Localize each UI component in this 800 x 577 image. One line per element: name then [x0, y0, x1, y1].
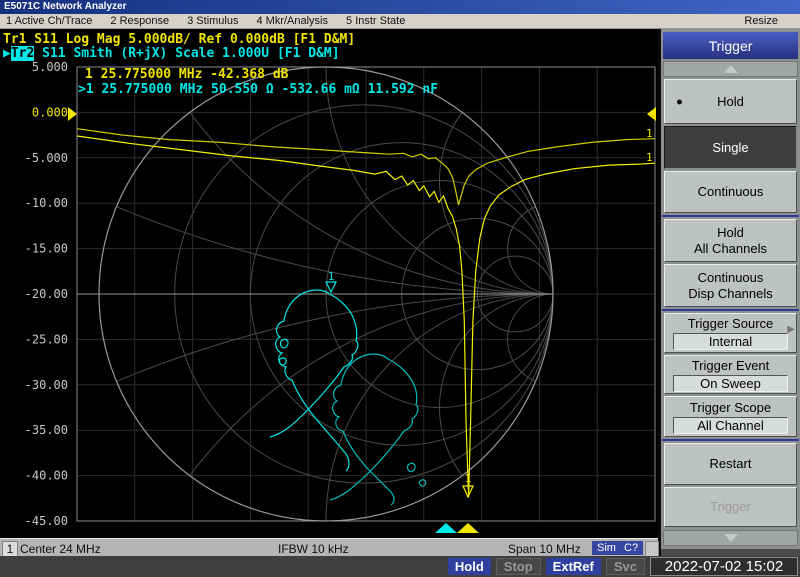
softkey-label: All Channels — [694, 241, 767, 257]
sidebar-filler — [661, 549, 800, 556]
trace-tr2-s11-smith-data — [279, 358, 286, 365]
softkey-hold[interactable]: HoldAll Channels — [664, 219, 797, 262]
graph-area[interactable]: 5.000 0.000 -5.000 -10.00 -15.00 -20.00 -25.00… — [0, 29, 658, 538]
reference-level-marker-left-icon[interactable] — [68, 107, 77, 121]
softkey-scroll-down[interactable] — [663, 530, 798, 546]
cal-status-badge[interactable]: C? — [619, 541, 643, 555]
softkey-label: Trigger Event — [692, 358, 770, 374]
marker1-smith-icon[interactable]: 1 — [326, 270, 336, 292]
softkey-label: Trigger Scope — [690, 400, 771, 416]
y-axis-label: -5.000 — [25, 151, 68, 165]
radio-selected-icon — [677, 99, 682, 104]
softkey-label: Single — [712, 140, 748, 156]
menu-bar: 1 Active Ch/Trace 2 Response 3 Stimulus 4 M… — [0, 14, 800, 29]
sim-badge[interactable]: Sim — [592, 541, 621, 555]
marker1-readout-tr1: 1 25.775000 MHz -42.368 dB — [85, 67, 289, 82]
trace-tr2-s11-smith-memory — [419, 480, 425, 486]
softkey-label: Restart — [710, 456, 752, 472]
menu-item-5[interactable]: 5 Instr State — [346, 15, 405, 27]
svg-text:1: 1 — [328, 270, 335, 283]
softkey-label: Trigger Source — [688, 316, 774, 332]
center-frequency-label[interactable]: Center 24 MHz — [20, 542, 101, 556]
y-axis-labels: 5.000 0.000 -5.000 -10.00 -15.00 -20.00 -25.00… — [25, 60, 68, 528]
marker-stimulus-indicator-tr1-icon[interactable] — [457, 523, 479, 533]
softkey-group-separator — [662, 309, 799, 311]
softkey-single[interactable]: Single — [664, 126, 797, 169]
softkey-trigger-source[interactable]: Trigger SourceInternal▶ — [664, 313, 797, 353]
instrument-taskbar: Hold Stop ExtRef Svc 2022-07-02 15:02 — [0, 556, 800, 577]
menu-item-1[interactable]: 1 Active Ch/Trace — [6, 15, 92, 27]
y-axis-label: -40.00 — [25, 469, 68, 483]
softkey-value: All Channel — [673, 417, 788, 434]
resize-control[interactable]: Resize — [744, 15, 778, 27]
smith-chart-grid — [0, 29, 658, 538]
taskbar-extref-indicator[interactable]: ExtRef — [546, 558, 601, 575]
title-bar: E5071C Network Analyzer — [0, 0, 800, 14]
chevron-right-icon: ▶ — [787, 322, 795, 338]
trace1-data-number-label: 1 — [646, 127, 653, 140]
menu-item-4[interactable]: 4 Mkr/Analysis — [256, 15, 328, 27]
reference-level-marker-right-icon — [647, 107, 656, 121]
taskbar-hold-indicator[interactable]: Hold — [448, 558, 491, 575]
channel-number-box: 1 — [2, 541, 18, 557]
softkey-continuous[interactable]: Continuous — [664, 171, 797, 213]
scroll-up-icon — [724, 65, 738, 73]
span-label[interactable]: Span 10 MHz — [508, 542, 581, 556]
y-axis-label: -30.00 — [25, 378, 68, 392]
softkey-hold[interactable]: Hold — [664, 79, 797, 124]
y-axis-label: 5.000 — [32, 60, 68, 74]
softkey-trigger-scope[interactable]: Trigger ScopeAll Channel — [664, 396, 797, 437]
softkey-trigger: Trigger — [664, 487, 797, 527]
menu-item-2[interactable]: 2 Response — [110, 15, 169, 27]
trace-tr2-s11-smith-data — [281, 339, 288, 347]
taskbar-stop-indicator[interactable]: Stop — [496, 558, 541, 575]
scroll-down-icon — [724, 534, 738, 542]
y-axis-label: -10.00 — [25, 196, 68, 210]
y-axis-label: -15.00 — [25, 242, 68, 256]
y-axis-label: -45.00 — [25, 514, 68, 528]
marker1-readout-tr2: >1 25.775000 MHz 50.550 Ω -532.66 mΩ 11.… — [78, 82, 438, 97]
softkey-label: Continuous — [698, 184, 764, 200]
softkey-label: Hold — [717, 94, 744, 110]
softkey-group-separator — [662, 439, 799, 441]
y-axis-label: 0.000 — [32, 105, 68, 119]
softkey-continuous[interactable]: ContinuousDisp Channels — [664, 264, 797, 307]
softkey-label: Disp Channels — [688, 286, 773, 302]
softkey-group-separator — [662, 215, 799, 217]
menu-item-3[interactable]: 3 Stimulus — [187, 15, 238, 27]
svg-text:1: 1 — [465, 472, 472, 485]
softkey-trigger-event[interactable]: Trigger EventOn Sweep — [664, 355, 797, 394]
ifbw-label[interactable]: IFBW 10 kHz — [278, 542, 349, 556]
softkey-label: Hold — [717, 225, 744, 241]
trace1-memory-number-label: 1 — [646, 151, 653, 164]
softkey-label: Trigger — [710, 499, 751, 515]
softkey-label: Continuous — [698, 270, 764, 286]
main-content: Tr1 S11 Log Mag 5.000dB/ Ref 0.000dB [F1… — [0, 29, 800, 556]
softkey-sidebar: Trigger HoldSingleContinuousHoldAll Chan… — [658, 29, 800, 556]
softkey-value: On Sweep — [673, 375, 788, 392]
y-axis-label: -20.00 — [25, 287, 68, 301]
marker-stimulus-indicator-tr2-icon[interactable] — [435, 523, 457, 533]
softkey-scroll-up[interactable] — [663, 61, 798, 77]
softkey-value: Internal — [673, 333, 788, 350]
softkey-restart[interactable]: Restart — [664, 443, 797, 485]
taskbar-svc-indicator[interactable]: Svc — [606, 558, 645, 575]
window-title: E5071C Network Analyzer — [4, 1, 126, 12]
y-axis-label: -35.00 — [25, 423, 68, 437]
display-screen: Tr1 S11 Log Mag 5.000dB/ Ref 0.000dB [F1… — [0, 29, 658, 556]
channel-status-bar: 1 Center 24 MHz IFBW 10 kHz Span 10 MHz … — [0, 538, 658, 557]
y-axis-label: -25.00 — [25, 332, 68, 346]
instrument-window: { "window": { "title": "E5071C Network A… — [0, 0, 800, 577]
softkey-menu-title: Trigger — [663, 32, 798, 59]
clock: 2022-07-02 15:02 — [650, 557, 798, 576]
trace-tr2-s11-smith-memory — [408, 463, 415, 471]
statusbar-grip — [645, 541, 659, 557]
